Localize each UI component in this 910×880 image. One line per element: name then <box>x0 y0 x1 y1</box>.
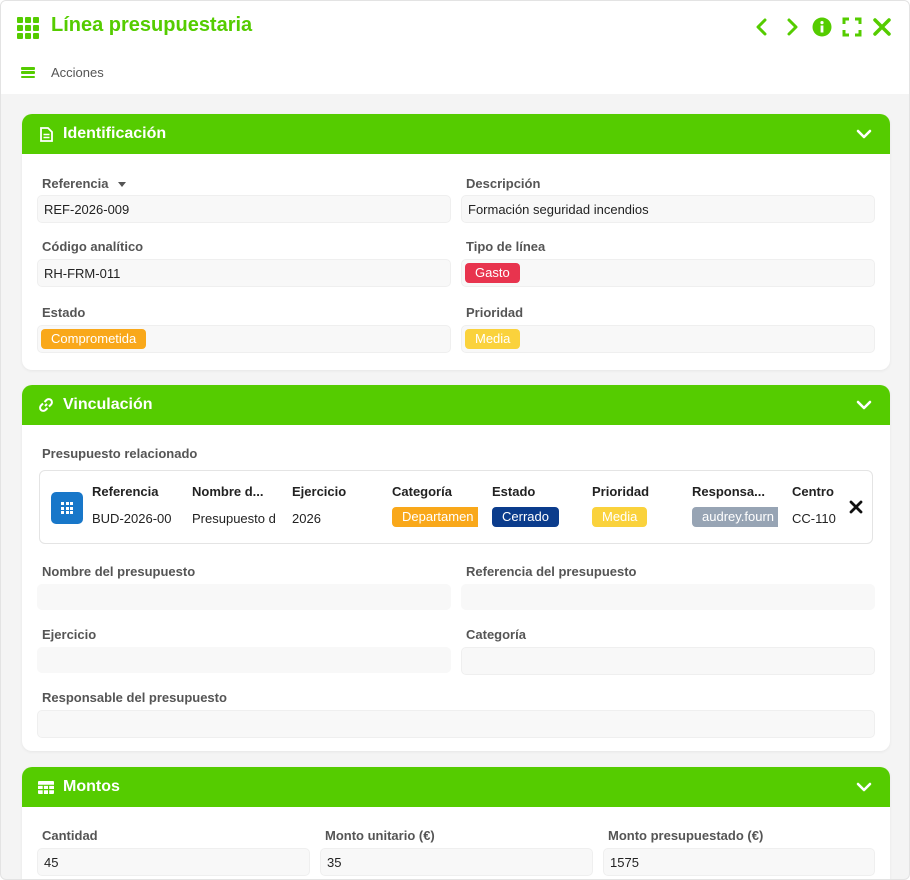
referencia-presupuesto-label: Referencia del presupuesto <box>466 564 637 579</box>
responsable-label: Responsable del presupuesto <box>42 690 227 705</box>
ejercicio-field[interactable] <box>37 647 451 673</box>
column-header: Nombre d... <box>192 484 264 499</box>
vinculacion-header[interactable]: Vinculación <box>22 385 890 425</box>
identificacion-panel: Identificación Referencia REF-2026-009 D… <box>22 114 890 370</box>
cell-value: 2026 <box>292 511 321 526</box>
column-header: Ejercicio <box>292 484 347 499</box>
cantidad-field[interactable]: 45 <box>37 848 310 876</box>
estado-badge: Cerrado <box>492 507 559 527</box>
fullscreen-icon[interactable] <box>841 15 863 39</box>
column-header: Estado <box>492 484 536 499</box>
referencia-presupuesto-field[interactable] <box>461 584 875 610</box>
tipo-label: Tipo de línea <box>466 239 546 254</box>
cell-value: BUD-2026-00 <box>92 511 172 526</box>
codigo-field[interactable]: RH-FRM-011 <box>37 259 451 287</box>
col-prioridad: Prioridad Media <box>592 484 678 527</box>
prioridad-badge: Media <box>592 507 648 527</box>
prioridad-label: Prioridad <box>466 305 524 320</box>
page-title: Línea presupuestaria <box>51 14 253 36</box>
monto-presupuestado-field[interactable]: 1575 <box>603 848 875 876</box>
monto-unitario-field[interactable]: 35 <box>320 848 593 876</box>
window: Línea presupuestaria Acciones Identifica… <box>0 0 910 880</box>
related-budget-row[interactable]: Referencia BUD-2026-00 Nombre d... Presu… <box>39 470 873 544</box>
chevron-down-icon[interactable] <box>856 779 872 795</box>
prioridad-badge: Media <box>465 329 521 349</box>
prioridad-field[interactable]: Media <box>461 325 875 353</box>
montos-header[interactable]: Montos <box>22 767 890 807</box>
close-icon[interactable] <box>871 15 893 39</box>
monto-unitario-label: Monto unitario (€) <box>325 828 435 843</box>
link-icon <box>38 397 54 413</box>
responsable-field[interactable] <box>37 710 875 738</box>
vinculacion-title: Vinculación <box>63 396 153 413</box>
chevron-right-icon[interactable] <box>781 15 803 39</box>
referencia-field[interactable]: REF-2026-009 <box>37 195 451 223</box>
table-icon <box>38 779 54 795</box>
col-ejercicio: Ejercicio 2026 <box>292 484 378 526</box>
ejercicio-label: Ejercicio <box>42 627 97 642</box>
col-responsable: Responsa... audrey.fourn <box>692 484 778 527</box>
column-header: Prioridad <box>592 484 650 499</box>
vinculacion-panel: Vinculación Presupuesto relacionado Refe… <box>22 385 890 751</box>
col-nombre: Nombre d... Presupuesto d <box>192 484 278 526</box>
montos-title: Montos <box>63 778 120 795</box>
categoria-field[interactable] <box>461 647 875 675</box>
descripcion-label: Descripción <box>466 176 541 191</box>
column-header: Categoría <box>392 484 452 499</box>
header: Línea presupuestaria Acciones <box>1 1 909 94</box>
chevron-left-icon[interactable] <box>751 15 773 39</box>
menu-icon <box>21 67 35 78</box>
chevron-down-icon[interactable] <box>856 126 872 142</box>
monto-presupuestado-label: Monto presupuestado (€) <box>608 828 764 843</box>
identificacion-title: Identificación <box>63 125 167 142</box>
responsable-badge: audrey.fourn <box>692 507 778 527</box>
referencia-label: Referencia <box>42 176 127 191</box>
actions-menu[interactable]: Acciones <box>21 65 104 80</box>
grid-icon <box>51 492 83 524</box>
codigo-label: Código analítico <box>42 239 144 254</box>
nombre-presupuesto-field[interactable] <box>37 584 451 610</box>
caret-down-icon[interactable] <box>118 181 127 188</box>
identificacion-header[interactable]: Identificación <box>22 114 890 154</box>
nombre-presupuesto-label: Nombre del presupuesto <box>42 564 196 579</box>
actions-label: Acciones <box>51 65 104 80</box>
grid-icon <box>17 17 39 39</box>
column-header: Referencia <box>92 484 159 499</box>
info-icon[interactable] <box>811 15 833 39</box>
categoria-label: Categoría <box>466 627 526 642</box>
cantidad-label: Cantidad <box>42 828 98 843</box>
column-header: Centro <box>792 484 834 499</box>
col-categoria: Categoría Departamen <box>392 484 478 527</box>
cell-value: CC-110 <box>792 511 836 526</box>
cell-value: Presupuesto d <box>192 511 276 526</box>
estado-label: Estado <box>42 305 86 320</box>
header-actions <box>751 15 893 39</box>
col-centro: Centro CC-110 <box>792 484 842 526</box>
presupuesto-relacionado-label: Presupuesto relacionado <box>42 446 198 461</box>
montos-panel: Montos Cantidad 45 Monto unitario (€) 35… <box>22 767 890 879</box>
remove-link-icon[interactable] <box>849 500 863 514</box>
tipo-field[interactable]: Gasto <box>461 259 875 287</box>
tipo-badge: Gasto <box>465 263 520 283</box>
document-icon <box>38 126 54 142</box>
column-header: Responsa... <box>692 484 765 499</box>
estado-badge: Comprometida <box>41 329 147 349</box>
estado-field[interactable]: Comprometida <box>37 325 451 353</box>
col-estado: Estado Cerrado <box>492 484 578 527</box>
categoria-badge: Departamen <box>392 507 478 527</box>
descripcion-field[interactable]: Formación seguridad incendios <box>461 195 875 223</box>
chevron-down-icon[interactable] <box>856 397 872 413</box>
col-referencia: Referencia BUD-2026-00 <box>92 484 178 526</box>
